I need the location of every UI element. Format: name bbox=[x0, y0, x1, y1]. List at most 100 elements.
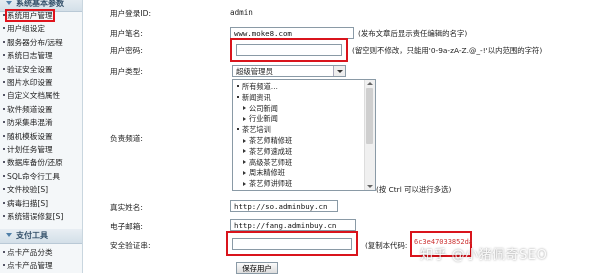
sidebar-item-label: 点卡产品分类 bbox=[7, 248, 53, 257]
sidebar-item-label: 服务器分布/远程 bbox=[7, 37, 63, 47]
sidebar-item[interactable]: 用户组设定 bbox=[0, 23, 82, 35]
sidebar-item-label: 数据库备份/还原 bbox=[7, 158, 63, 168]
bullet-icon bbox=[243, 160, 246, 165]
bullet-icon bbox=[3, 188, 5, 191]
save-user-button[interactable]: 保存用户 bbox=[236, 262, 278, 274]
sidebar-item[interactable]: 防采集串混淆 bbox=[0, 117, 82, 129]
sidebar-item-label: 计划任务管理 bbox=[7, 145, 53, 154]
channels-scrollbar[interactable] bbox=[364, 80, 375, 190]
channel-option-label: 茶艺师讲师班 bbox=[249, 179, 293, 189]
email-input[interactable]: http://fang.adminbuy.cn bbox=[230, 219, 356, 231]
sidebar-item-label: 点卡产品管理 bbox=[7, 261, 53, 270]
bullet-icon bbox=[3, 161, 5, 164]
sidebar: 系统基本参数 系统用户管理用户组设定服务器分布/远程 系统日志管理 验证安全设置 图片… bbox=[0, 0, 83, 273]
channel-option-label: 所有频道… bbox=[242, 82, 278, 91]
sidebar-item[interactable]: 随机模板设置 bbox=[0, 131, 82, 143]
password-label: 用户密码: bbox=[110, 46, 143, 55]
bullet-icon bbox=[3, 148, 5, 150]
channels-hint: (按 Ctrl 可以进行多选) bbox=[376, 185, 452, 194]
channels-label: 负责频道: bbox=[110, 134, 143, 143]
sidebar-item[interactable]: 系统用户管理 bbox=[0, 9, 82, 22]
bullet-icon bbox=[3, 54, 5, 57]
bullet-icon bbox=[3, 121, 5, 124]
sidebar-item[interactable]: 病毒扫描[S] bbox=[0, 198, 82, 210]
safecode-label: 安全验证串: bbox=[110, 241, 151, 250]
realname-input[interactable]: http://so.adminbuy.cn bbox=[230, 200, 338, 212]
channel-option[interactable]: 茶艺师精修班 bbox=[243, 136, 292, 146]
bullet-icon bbox=[243, 170, 246, 175]
password-highlight-box bbox=[230, 38, 348, 62]
sidebar-item[interactable]: 数据库备份/还原 bbox=[0, 157, 82, 169]
sidebar-item[interactable]: 验证安全设置 bbox=[0, 64, 82, 76]
sidebar-section-title: 系统基本参数 bbox=[16, 0, 64, 8]
channel-option-label: 新闻资讯 bbox=[242, 92, 271, 102]
safecode-highlight-box bbox=[226, 231, 358, 256]
sidebar-item-label: 系统日志管理 bbox=[7, 51, 53, 61]
channel-option[interactable]: 茶艺师讲师班 bbox=[243, 179, 292, 189]
sidebar-item[interactable]: 点卡产品管理 bbox=[0, 260, 82, 272]
channel-option-label: 茶艺师精修班 bbox=[249, 136, 293, 145]
channel-option[interactable]: 行业新闻 bbox=[243, 114, 278, 124]
sidebar-item-label: 验证安全设置 bbox=[7, 64, 53, 74]
usertype-selected-value: 超级管理员 bbox=[236, 67, 273, 76]
bullet-icon bbox=[3, 94, 5, 97]
scroll-up-icon[interactable] bbox=[367, 82, 373, 85]
email-label: 电子邮箱: bbox=[110, 222, 143, 231]
channel-option-label: 茶艺培训 bbox=[242, 125, 271, 135]
bullet-icon bbox=[3, 81, 5, 83]
sidebar-item-label: 防采集串混淆 bbox=[7, 118, 53, 128]
bullet-icon bbox=[3, 251, 5, 253]
bullet-icon bbox=[3, 27, 5, 30]
chevron-down-icon[interactable] bbox=[333, 66, 345, 76]
sidebar-item[interactable]: 系统错误修复[S] bbox=[0, 211, 82, 223]
usertype-label: 用户类型: bbox=[110, 67, 143, 76]
bullet-icon bbox=[3, 215, 5, 217]
channel-option-label: 周末精修班 bbox=[249, 168, 285, 178]
scrollbar-thumb[interactable] bbox=[366, 88, 373, 144]
channel-option[interactable]: 茶艺培训 bbox=[237, 125, 271, 135]
bullet-icon bbox=[243, 149, 246, 154]
channel-option[interactable]: 公司新闻 bbox=[243, 104, 278, 114]
sidebar-item[interactable]: 点卡产品分类 bbox=[0, 247, 82, 259]
scroll-down-icon[interactable] bbox=[367, 185, 373, 188]
channel-option-label: 公司新闻 bbox=[249, 103, 278, 113]
channel-option[interactable]: 所有频道… bbox=[237, 82, 278, 92]
copy-code-label: (复制本代码: bbox=[365, 241, 408, 250]
sidebar-item[interactable]: 文件校验[S] bbox=[0, 184, 82, 196]
sidebar-item[interactable]: 图片水印设置 bbox=[0, 77, 82, 89]
bullet-icon bbox=[243, 138, 246, 143]
sidebar-item[interactable]: 服务器分布/远程 bbox=[0, 37, 82, 49]
realname-label: 真实姓名: bbox=[110, 203, 143, 212]
watermark: 知乎 @小猪佩奇SEO bbox=[420, 248, 548, 263]
channels-listbox[interactable]: 所有频道… 新闻资讯 公司新闻 行业新闻 茶艺培训 茶艺师精修班茶艺师速成班 高级茶艺师班周… bbox=[232, 79, 376, 191]
password-hint: (留空则不修改，只能用'0-9a-zA-Z.@_-!'以内范围的字符) bbox=[352, 46, 543, 55]
bullet-icon bbox=[237, 85, 239, 87]
channel-option[interactable]: 新闻资讯 bbox=[237, 93, 271, 103]
bullet-icon bbox=[237, 128, 239, 131]
channel-option[interactable]: 茶艺师速成班 bbox=[243, 147, 292, 157]
sidebar-item-label: 随机模板设置 bbox=[7, 131, 53, 141]
bullet-icon bbox=[3, 264, 5, 266]
bullet-icon bbox=[3, 67, 5, 70]
sidebar-item-label: 软件频道设置 bbox=[7, 104, 53, 114]
sidebar-section-payment[interactable]: 支付工具 bbox=[0, 229, 82, 244]
collapse-arrow-icon bbox=[6, 1, 12, 5]
sidebar-item-label: 用户组设定 bbox=[7, 24, 45, 34]
channel-option[interactable]: 高级茶艺师班 bbox=[243, 158, 292, 168]
sidebar-item[interactable]: 自定义文档属性 bbox=[0, 90, 82, 102]
sidebar-item-label: 自定义文档属性 bbox=[7, 91, 61, 101]
usertype-select[interactable]: 超级管理员 bbox=[232, 65, 346, 77]
sidebar-item[interactable]: 计划任务管理 bbox=[0, 144, 82, 156]
sidebar-item[interactable]: SQL命令行工具 bbox=[0, 171, 82, 183]
bullet-icon bbox=[3, 201, 5, 204]
bullet-icon bbox=[237, 95, 239, 98]
sidebar-item-label: 图片水印设置 bbox=[7, 78, 53, 87]
sidebar-item[interactable]: 系统日志管理 bbox=[0, 50, 82, 62]
bullet-icon bbox=[243, 116, 246, 121]
sidebar-item-label: 系统错误修复[S] bbox=[7, 212, 64, 221]
login-id-value: admin bbox=[230, 8, 253, 17]
username-label: 用户笔名: bbox=[110, 29, 143, 38]
channel-option[interactable]: 周末精修班 bbox=[243, 168, 285, 178]
bullet-icon bbox=[3, 107, 5, 110]
sidebar-item[interactable]: 软件频道设置 bbox=[0, 104, 82, 116]
